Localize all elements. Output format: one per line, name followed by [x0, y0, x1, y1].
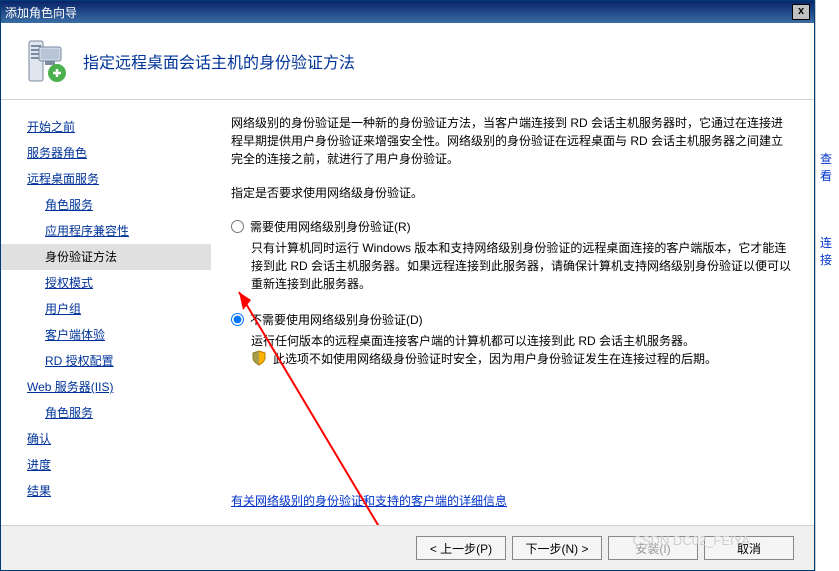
sidebar-item-12[interactable]: 确认	[1, 426, 211, 452]
sidebar-item-5[interactable]: 身份验证方法	[1, 244, 211, 270]
sidebar-item-11[interactable]: 角色服务	[1, 400, 211, 426]
sidebar-item-8[interactable]: 客户端体验	[1, 322, 211, 348]
option-require-nla-desc: 只有计算机同时运行 Windows 版本和支持网络级别身份验证的远程桌面连接的客…	[251, 239, 794, 293]
radio-no-nla-label[interactable]: 不需要使用网络级别身份验证(D)	[250, 311, 423, 328]
titlebar: 添加角色向导 x	[1, 1, 814, 23]
sidebar-item-0[interactable]: 开始之前	[1, 114, 211, 140]
header: 指定远程桌面会话主机的身份验证方法	[1, 23, 814, 100]
more-info-link[interactable]: 有关网络级别的身份验证和支持的客户端的详细信息	[231, 492, 794, 509]
shield-warning-icon	[251, 350, 267, 366]
window-title: 添加角色向导	[5, 4, 792, 21]
prev-button[interactable]: < 上一步(P)	[416, 536, 506, 560]
sidebar-item-1[interactable]: 服务器角色	[1, 140, 211, 166]
sidebar: 开始之前服务器角色远程桌面服务角色服务应用程序兼容性身份验证方法授权模式用户组客…	[1, 100, 211, 525]
cancel-button[interactable]: 取消	[704, 536, 794, 560]
content: 网络级别的身份验证是一种新的身份验证方法，当客户端连接到 RD 会话主机服务器时…	[211, 100, 814, 525]
prompt-text: 指定是否要求使用网络级身份验证。	[231, 184, 794, 202]
sidebar-item-10[interactable]: Web 服务器(IIS)	[1, 374, 211, 400]
sidebar-item-3[interactable]: 角色服务	[1, 192, 211, 218]
next-button[interactable]: 下一步(N) >	[512, 536, 602, 560]
footer: < 上一步(P) 下一步(N) > 安装(I) 取消	[1, 525, 814, 570]
option-no-nla-warning: 此选项不如使用网络级身份验证时安全，因为用户身份验证发生在连接过程的后期。	[273, 350, 717, 367]
body: 开始之前服务器角色远程桌面服务角色服务应用程序兼容性身份验证方法授权模式用户组客…	[1, 100, 814, 525]
install-button: 安装(I)	[608, 536, 698, 560]
option-no-nla-desc: 运行任何版本的远程桌面连接客户端的计算机都可以连接到此 RD 会话主机服务器。	[251, 332, 794, 350]
intro-text: 网络级别的身份验证是一种新的身份验证方法，当客户端连接到 RD 会话主机服务器时…	[231, 114, 794, 168]
sidebar-item-4[interactable]: 应用程序兼容性	[1, 218, 211, 244]
sidebar-item-7[interactable]: 用户组	[1, 296, 211, 322]
close-icon[interactable]: x	[792, 4, 810, 20]
option-no-nla: 不需要使用网络级别身份验证(D) 运行任何版本的远程桌面连接客户端的计算机都可以…	[231, 311, 794, 367]
rlabel-connect[interactable]: 连接	[820, 234, 839, 268]
right-strip: 查看 连接	[815, 0, 839, 571]
option-require-nla: 需要使用网络级别身份验证(R) 只有计算机同时运行 Windows 版本和支持网…	[231, 218, 794, 293]
sidebar-item-2[interactable]: 远程桌面服务	[1, 166, 211, 192]
sidebar-item-13[interactable]: 进度	[1, 452, 211, 478]
radio-require-nla-label[interactable]: 需要使用网络级别身份验证(R)	[250, 218, 411, 235]
wizard-window: 添加角色向导 x 指定远程桌面会话主机的身份验证方法 开始之前服务器角色远程桌面…	[0, 0, 815, 571]
sidebar-item-9[interactable]: RD 授权配置	[1, 348, 211, 374]
rlabel-view[interactable]: 查看	[820, 150, 839, 184]
page-title: 指定远程桌面会话主机的身份验证方法	[83, 49, 355, 73]
server-wizard-icon	[21, 37, 69, 85]
radio-no-nla[interactable]	[231, 313, 244, 326]
radio-require-nla[interactable]	[231, 220, 244, 233]
sidebar-item-6[interactable]: 授权模式	[1, 270, 211, 296]
sidebar-item-14[interactable]: 结果	[1, 478, 211, 504]
